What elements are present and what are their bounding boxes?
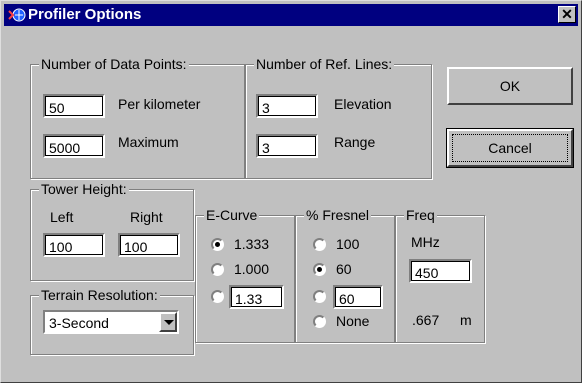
ref-lines-group: Number of Ref. Lines:	[245, 56, 432, 179]
ecurve-group: E-Curve	[195, 207, 295, 343]
ecurve-radio-1333[interactable]	[211, 238, 224, 251]
left-label: Left	[50, 209, 74, 225]
freq-unit-label: MHz	[411, 234, 440, 250]
per-kilometer-label: Per kilometer	[118, 96, 201, 112]
fresnel-radio-60[interactable]	[313, 263, 326, 276]
maximum-input[interactable]	[43, 134, 105, 158]
fresnel-legend: % Fresnel	[304, 207, 372, 223]
ecurve-option-1000: 1.000	[234, 261, 270, 277]
data-points-legend: Number of Data Points:	[39, 56, 189, 72]
elevation-input[interactable]	[256, 94, 318, 118]
ecurve-radio-custom[interactable]	[211, 290, 224, 303]
focus-rectangle	[452, 134, 568, 162]
wavelength-unit: m	[460, 312, 472, 328]
ref-lines-legend: Number of Ref. Lines:	[254, 56, 395, 72]
close-icon: ✕	[561, 6, 573, 22]
fresnel-option-none: None	[336, 313, 370, 329]
fresnel-custom-input[interactable]	[333, 285, 383, 309]
range-input[interactable]	[256, 134, 318, 158]
ecurve-radio-1000[interactable]	[211, 263, 224, 276]
title-bar[interactable]: Profiler Options ✕	[4, 4, 578, 26]
range-label: Range	[334, 134, 376, 150]
close-button[interactable]: ✕	[558, 6, 576, 23]
fresnel-radio-none[interactable]	[313, 315, 326, 328]
fresnel-radio-100[interactable]	[313, 238, 326, 251]
window-title: Profiler Options	[28, 6, 142, 23]
chevron-down-icon[interactable]	[159, 312, 177, 332]
ecurve-legend: E-Curve	[204, 207, 260, 223]
freq-input[interactable]	[409, 259, 472, 283]
ecurve-custom-input[interactable]	[229, 285, 284, 309]
right-height-input[interactable]	[118, 233, 180, 257]
profiler-options-dialog: Profiler Options ✕ Number of Data Points…	[0, 0, 582, 383]
terrain-resolution-value: 3-Second	[49, 315, 109, 331]
elevation-label: Elevation	[334, 96, 392, 112]
fresnel-radio-custom[interactable]	[313, 290, 326, 303]
terrain-resolution-select[interactable]: 3-Second	[43, 310, 179, 334]
data-points-group: Number of Data Points:	[30, 56, 245, 179]
tower-height-legend: Tower Height:	[39, 181, 129, 197]
right-label: Right	[130, 209, 163, 225]
terrain-resolution-legend: Terrain Resolution:	[39, 287, 160, 303]
wavelength-value: .667	[412, 312, 440, 328]
ok-label: OK	[499, 78, 521, 94]
cancel-button[interactable]: Cancel	[446, 128, 574, 168]
ecurve-option-1333: 1.333	[234, 236, 270, 252]
left-height-input[interactable]	[43, 233, 105, 257]
fresnel-option-100: 100	[336, 236, 360, 252]
per-kilometer-input[interactable]	[43, 94, 105, 118]
ok-button[interactable]: OK	[447, 67, 573, 105]
fresnel-option-60: 60	[336, 261, 352, 277]
maximum-label: Maximum	[118, 134, 179, 150]
freq-legend: Freq	[404, 207, 437, 223]
app-icon	[8, 7, 26, 23]
